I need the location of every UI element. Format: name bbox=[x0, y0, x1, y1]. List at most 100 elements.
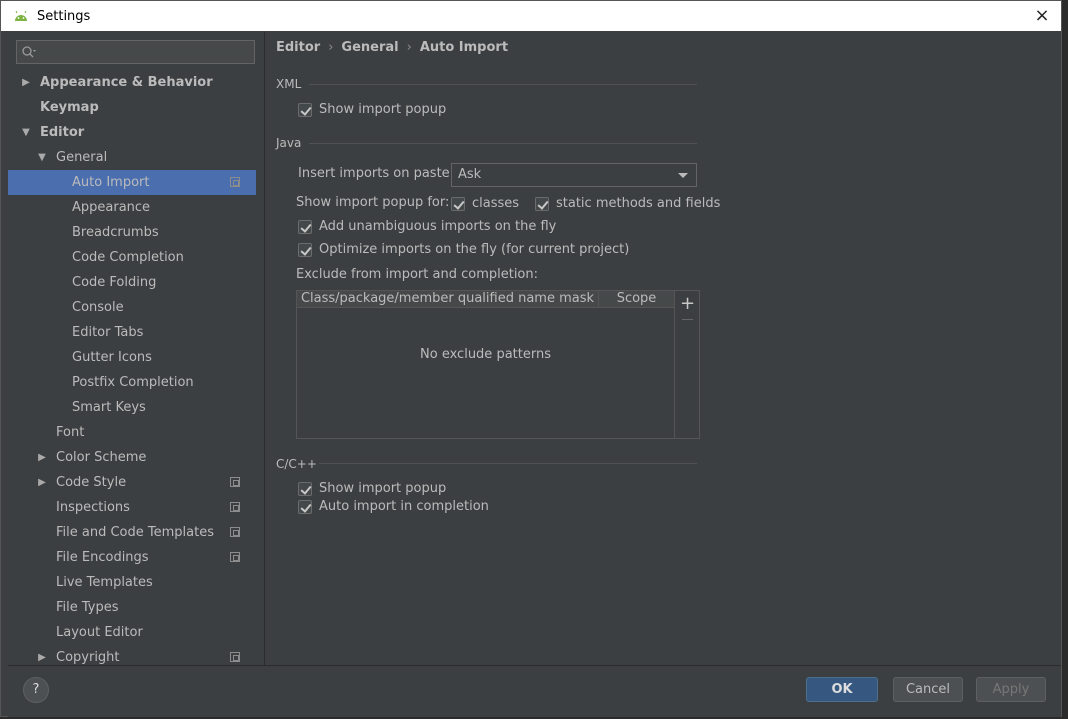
sidebar-item-label: Copyright bbox=[56, 650, 120, 665]
collapsed-arrow-icon[interactable]: ▶ bbox=[36, 645, 48, 665]
add-unambiguous-imports-checkbox[interactable]: Add unambiguous imports on the fly bbox=[298, 219, 556, 234]
collapsed-arrow-icon[interactable]: ▶ bbox=[36, 470, 48, 495]
android-logo-icon bbox=[15, 10, 27, 21]
table-header: Class/package/member qualified name mask… bbox=[297, 291, 674, 308]
column-header-mask[interactable]: Class/package/member qualified name mask bbox=[297, 291, 599, 307]
project-scope-icon bbox=[230, 552, 240, 562]
section-xml: XML bbox=[276, 77, 302, 91]
collapsed-arrow-icon[interactable]: ▶ bbox=[36, 445, 48, 470]
empty-table-text: No exclude patterns bbox=[420, 347, 551, 362]
sidebar-item-appearance-behavior[interactable]: ▶ Appearance & Behavior bbox=[8, 70, 256, 95]
checkbox-label: Show import popup bbox=[319, 481, 447, 496]
insert-imports-value: Ask bbox=[458, 167, 482, 182]
project-scope-icon bbox=[230, 652, 240, 662]
sidebar-item-label: Appearance & Behavior bbox=[40, 75, 213, 90]
project-scope-icon bbox=[230, 177, 240, 187]
insert-imports-label: Insert imports on paste: bbox=[298, 166, 455, 181]
sidebar-item-label: Postfix Completion bbox=[72, 375, 194, 390]
checkbox-checked-icon bbox=[298, 219, 312, 234]
checkbox-label: classes bbox=[472, 196, 520, 211]
section-cpp: C/C++ bbox=[276, 457, 317, 471]
expanded-arrow-icon[interactable]: ▼ bbox=[36, 145, 48, 170]
dialog-footer: ? OK Cancel Apply bbox=[8, 665, 1061, 717]
sidebar-item-color-scheme[interactable]: ▶ Color Scheme bbox=[8, 445, 256, 470]
sidebar-item-general[interactable]: ▼ General bbox=[8, 145, 256, 170]
breadcrumb-separator: › bbox=[406, 40, 412, 55]
checkbox-label: static methods and fields bbox=[556, 196, 721, 211]
sidebar-item-editor[interactable]: ▼ Editor bbox=[8, 120, 256, 145]
breadcrumb-auto-import: Auto Import bbox=[419, 40, 509, 55]
show-popup-for-label: Show import popup for: bbox=[296, 195, 450, 210]
ok-button[interactable]: OK bbox=[806, 677, 878, 702]
insert-imports-dropdown[interactable]: Ask bbox=[451, 163, 697, 187]
sidebar-item-keymap[interactable]: Keymap bbox=[8, 95, 256, 120]
sidebar-item-label: Code Completion bbox=[72, 250, 184, 265]
optimize-imports-checkbox[interactable]: Optimize imports on the fly (for current… bbox=[298, 242, 629, 257]
section-java: Java bbox=[276, 136, 302, 150]
window-title: Settings bbox=[37, 8, 91, 24]
sidebar-item-inspections[interactable]: Inspections bbox=[8, 495, 256, 520]
sidebar-item-postfix-completion[interactable]: Postfix Completion bbox=[8, 370, 256, 395]
sidebar-item-code-completion[interactable]: Code Completion bbox=[8, 245, 256, 270]
sidebar-item-editor-tabs[interactable]: Editor Tabs bbox=[8, 320, 256, 345]
sidebar-item-label: Appearance bbox=[72, 200, 151, 215]
sidebar-item-file-and-code-templates[interactable]: File and Code Templates bbox=[8, 520, 256, 545]
cpp-show-import-popup-checkbox[interactable]: Show import popup bbox=[298, 481, 446, 496]
xml-show-import-popup-checkbox[interactable]: Show import popup bbox=[298, 102, 446, 117]
help-icon[interactable]: ? bbox=[23, 677, 49, 703]
sidebar-item-code-style[interactable]: ▶ Code Style bbox=[8, 470, 256, 495]
checkbox-checked-icon bbox=[451, 196, 465, 211]
search-input[interactable] bbox=[16, 40, 255, 64]
sidebar-item-font[interactable]: Font bbox=[8, 420, 256, 445]
exclude-table[interactable]: Class/package/member qualified name mask… bbox=[296, 290, 700, 439]
breadcrumb-editor[interactable]: Editor bbox=[276, 40, 320, 55]
collapsed-arrow-icon[interactable]: ▶ bbox=[20, 70, 32, 95]
checkbox-label: Show import popup bbox=[319, 102, 447, 117]
static-methods-checkbox[interactable]: static methods and fields bbox=[535, 196, 720, 211]
checkbox-label: Auto import in completion bbox=[319, 499, 489, 514]
sidebar-item-code-folding[interactable]: Code Folding bbox=[8, 270, 256, 295]
sidebar-item-label: Font bbox=[56, 425, 85, 440]
apply-button[interactable]: Apply bbox=[976, 677, 1046, 702]
sidebar-item-label: Live Templates bbox=[56, 575, 153, 590]
sidebar-item-appearance[interactable]: Appearance bbox=[8, 195, 256, 220]
section-divider bbox=[309, 143, 697, 144]
search-icon bbox=[22, 46, 36, 58]
sidebar-item-file-encodings[interactable]: File Encodings bbox=[8, 545, 256, 570]
cpp-auto-import-checkbox[interactable]: Auto import in completion bbox=[298, 499, 489, 514]
sidebar-item-label: Editor Tabs bbox=[72, 325, 144, 340]
add-icon[interactable]: + bbox=[680, 293, 695, 314]
cancel-button[interactable]: Cancel bbox=[893, 677, 963, 702]
settings-tree: ▶ Appearance & Behavior Keymap ▼ Editor ▼ Gene… bbox=[8, 70, 256, 665]
sidebar-item-label: Breadcrumbs bbox=[72, 225, 159, 240]
column-header-scope[interactable]: Scope bbox=[599, 291, 674, 307]
section-divider bbox=[309, 84, 697, 85]
sidebar-item-console[interactable]: Console bbox=[8, 295, 256, 320]
expanded-arrow-icon[interactable]: ▼ bbox=[20, 120, 32, 145]
sidebar-item-file-types[interactable]: File Types bbox=[8, 595, 256, 620]
sidebar-item-label: Inspections bbox=[56, 500, 130, 515]
breadcrumb-general[interactable]: General bbox=[341, 40, 398, 55]
checkbox-checked-icon bbox=[298, 499, 312, 514]
sidebar-item-layout-editor[interactable]: Layout Editor bbox=[8, 620, 256, 645]
classes-checkbox[interactable]: classes bbox=[451, 196, 519, 211]
project-scope-icon bbox=[230, 527, 240, 537]
chevron-down-icon bbox=[678, 173, 688, 178]
sidebar-item-copyright[interactable]: ▶ Copyright bbox=[8, 645, 256, 665]
project-scope-icon bbox=[230, 477, 240, 487]
sidebar-item-label: Auto Import bbox=[72, 175, 150, 190]
sidebar-item-breadcrumbs[interactable]: Breadcrumbs bbox=[8, 220, 256, 245]
sidebar-item-live-templates[interactable]: Live Templates bbox=[8, 570, 256, 595]
close-icon[interactable]: × bbox=[1031, 5, 1053, 27]
sidebar-item-label: Console bbox=[72, 300, 124, 315]
sidebar-item-gutter-icons[interactable]: Gutter Icons bbox=[8, 345, 256, 370]
sidebar-item-smart-keys[interactable]: Smart Keys bbox=[8, 395, 256, 420]
table-toolbar: + bbox=[674, 291, 700, 438]
sidebar-item-label: Gutter Icons bbox=[72, 350, 152, 365]
project-scope-icon bbox=[230, 502, 240, 512]
settings-dialog: Settings × ▶ Appearance & Behavior Keymap ▼… bbox=[0, 0, 1062, 717]
remove-icon[interactable] bbox=[682, 319, 693, 320]
sidebar-item-label: Code Style bbox=[56, 475, 127, 490]
sidebar-item-label: Editor bbox=[40, 125, 85, 140]
sidebar-item-auto-import[interactable]: Auto Import bbox=[8, 170, 256, 195]
